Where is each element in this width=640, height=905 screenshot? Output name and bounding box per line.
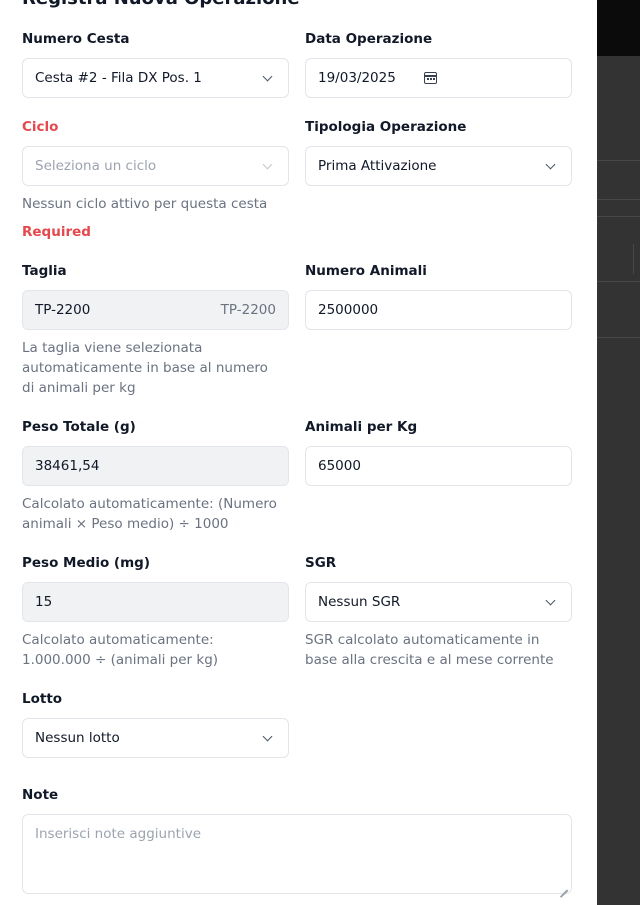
sgr-value: Nessun SGR: [318, 594, 401, 610]
peso-medio-label: Peso Medio (mg): [22, 555, 150, 571]
lotto-select[interactable]: Nessun lotto: [22, 718, 289, 758]
ciclo-placeholder: Seleziona un ciclo: [35, 158, 157, 174]
ciclo-help-text: Nessun ciclo attivo per questa cesta: [22, 196, 268, 212]
backdrop-divider: [597, 199, 640, 200]
taglia-field: TP-2200 TP-2200: [22, 290, 289, 330]
ciclo-select[interactable]: Seleziona un ciclo: [22, 146, 289, 186]
animali-per-kg-value: 65000: [318, 458, 361, 474]
resize-grip-icon[interactable]: [560, 882, 568, 890]
peso-medio-help-text: Calcolato automaticamente: 1.000.000 ÷ (…: [22, 632, 219, 668]
peso-totale-value: 38461,54: [35, 458, 100, 474]
lotto-label: Lotto: [22, 691, 63, 707]
ciclo-label: Ciclo: [22, 119, 59, 135]
chevron-down-icon: [262, 731, 273, 741]
calendar-icon[interactable]: [424, 72, 437, 84]
numero-cesta-label: Numero Cesta: [22, 31, 130, 47]
numero-animali-value: 2500000: [318, 302, 379, 318]
backdrop-divider: [597, 160, 640, 161]
sgr-label: SGR: [305, 555, 337, 571]
taglia-value: TP-2200: [35, 302, 91, 318]
backdrop-divider: [597, 216, 640, 217]
dialog-title: Registra Nuova Operazione: [22, 0, 300, 9]
note-placeholder: Inserisci note aggiuntive: [35, 826, 201, 842]
data-operazione-label: Data Operazione: [305, 31, 433, 47]
taglia-code: TP-2200: [220, 302, 276, 318]
operation-dialog: Registra Nuova Operazione Numero Cesta C…: [0, 0, 597, 905]
tipologia-label: Tipologia Operazione: [305, 119, 467, 135]
tipologia-select[interactable]: Prima Attivazione: [305, 146, 572, 186]
backdrop-divider: [597, 337, 640, 338]
peso-totale-help-text: Calcolato automaticamente: (Numero anima…: [22, 496, 277, 532]
peso-medio-value: 15: [35, 594, 53, 610]
chevron-down-icon: [262, 71, 273, 81]
backdrop-element: [633, 244, 640, 274]
chevron-down-icon: [262, 159, 273, 169]
taglia-label: Taglia: [22, 263, 67, 279]
peso-totale-field: 38461,54: [22, 446, 289, 486]
data-operazione-input[interactable]: 19/03/2025: [305, 58, 572, 98]
chevron-down-icon: [545, 159, 556, 169]
numero-animali-label: Numero Animali: [305, 263, 427, 279]
animali-per-kg-input[interactable]: 65000: [305, 446, 572, 486]
numero-animali-input[interactable]: 2500000: [305, 290, 572, 330]
tipologia-value: Prima Attivazione: [318, 158, 437, 174]
peso-medio-field: 15: [22, 582, 289, 622]
lotto-value: Nessun lotto: [35, 730, 120, 746]
sgr-help-text: SGR calcolato automaticamente in base al…: [305, 632, 554, 668]
note-label: Note: [22, 787, 59, 803]
data-operazione-value: 19/03/2025: [318, 70, 396, 86]
taglia-help-text: La taglia viene selezionata automaticame…: [22, 340, 268, 396]
sgr-select[interactable]: Nessun SGR: [305, 582, 572, 622]
ciclo-error-message: Required: [22, 224, 91, 240]
numero-cesta-value: Cesta #2 - Fila DX Pos. 1: [35, 70, 202, 86]
note-textarea[interactable]: Inserisci note aggiuntive: [22, 814, 572, 894]
backdrop-header: [597, 0, 640, 56]
backdrop-divider: [597, 281, 640, 282]
peso-totale-label: Peso Totale (g): [22, 419, 136, 435]
numero-cesta-select[interactable]: Cesta #2 - Fila DX Pos. 1: [22, 58, 289, 98]
animali-per-kg-label: Animali per Kg: [305, 419, 418, 435]
chevron-down-icon: [545, 595, 556, 605]
modal-backdrop[interactable]: [597, 0, 640, 905]
